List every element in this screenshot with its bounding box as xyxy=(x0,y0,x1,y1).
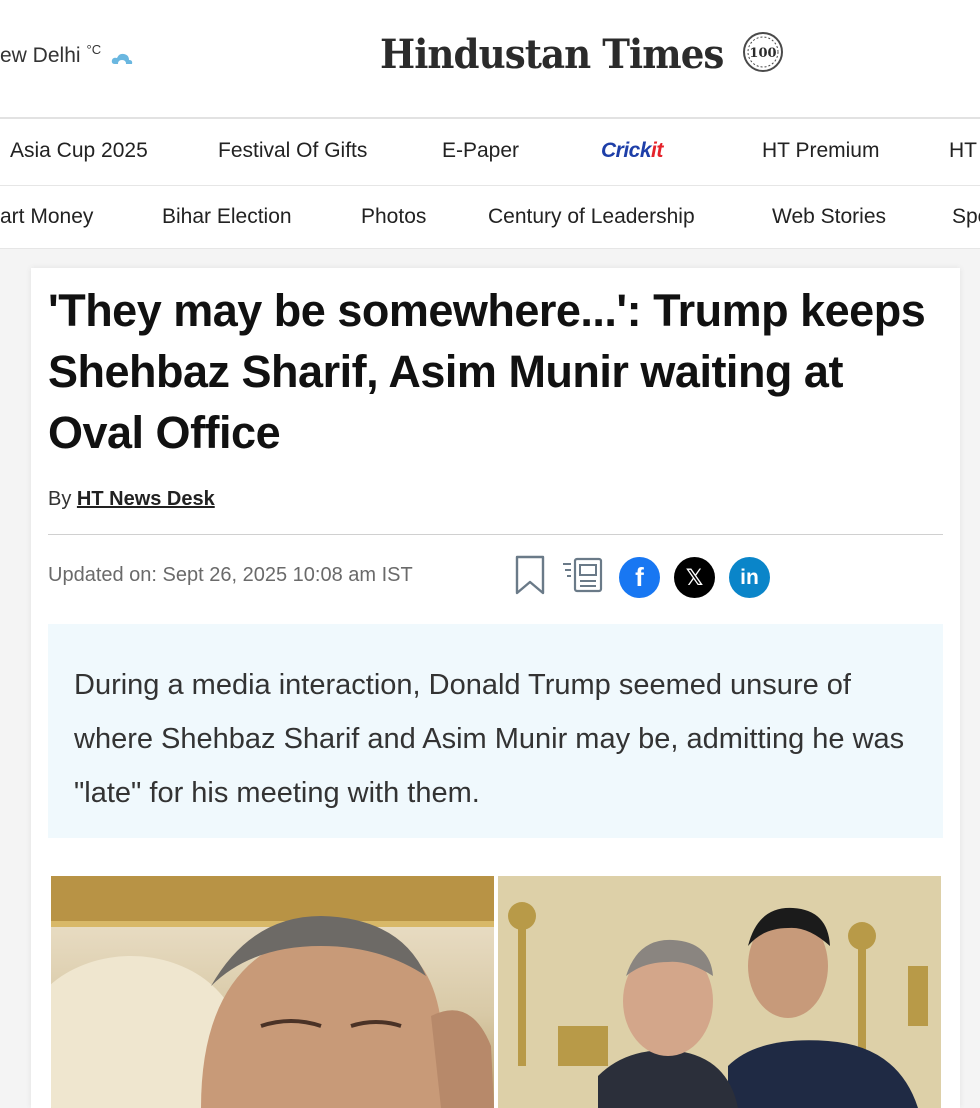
nav-item-web-stories[interactable]: Web Stories xyxy=(772,205,886,229)
article-hero-image[interactable] xyxy=(51,876,941,1108)
photo-left-panel xyxy=(51,876,494,1108)
updated-timestamp: Updated on: Sept 26, 2025 10:08 am IST xyxy=(48,564,413,586)
nav-item-festival-of-gifts[interactable]: Festival Of Gifts xyxy=(218,139,367,163)
cloud-icon xyxy=(109,49,135,64)
article-summary-box: During a media interaction, Donald Trump… xyxy=(48,624,943,838)
photo-right-panel xyxy=(498,876,941,1108)
nav-item-century-of-leadership[interactable]: Century of Leadership xyxy=(488,205,695,229)
nav-item-smart-money[interactable]: art Money xyxy=(0,205,93,229)
byline: By HT News Desk xyxy=(48,488,215,511)
author-link[interactable]: HT News Desk xyxy=(77,488,215,510)
weather-unit: °C xyxy=(86,41,102,57)
nav-item-e-paper[interactable]: E-Paper xyxy=(442,139,519,163)
nav-item-photos[interactable]: Photos xyxy=(361,205,426,229)
article-headline: 'They may be somewhere...': Trump keeps … xyxy=(48,285,926,458)
divider xyxy=(48,534,943,535)
article-card: 'They may be somewhere...': Trump keeps … xyxy=(31,268,960,1108)
site-header: ew Delhi °C Hindustan Times 100 xyxy=(0,0,980,119)
cricit-accent: it xyxy=(651,139,663,162)
primary-nav: Asia Cup 2025 Festival Of Gifts E-Paper … xyxy=(0,119,980,186)
nav-item-ht[interactable]: HT xyxy=(949,139,977,163)
nav-item-asia-cup[interactable]: Asia Cup 2025 xyxy=(10,139,148,163)
share-bar: f 𝕏 in xyxy=(513,554,784,601)
linkedin-icon[interactable]: in xyxy=(729,557,770,598)
logo-wordmark: Hindustan Times xyxy=(380,31,724,78)
facebook-icon[interactable]: f xyxy=(619,557,660,598)
reader-mode-icon[interactable] xyxy=(561,554,605,601)
article-summary: During a media interaction, Donald Trump… xyxy=(74,669,905,809)
secondary-nav: art Money Bihar Election Photos Century … xyxy=(0,186,980,249)
weather-widget[interactable]: ew Delhi °C xyxy=(0,41,135,68)
badge-text: 100 xyxy=(750,46,777,61)
nav-item-cricit[interactable]: Crickit xyxy=(601,139,663,163)
cricit-wordmark: Crick xyxy=(601,139,652,162)
bookmark-icon[interactable] xyxy=(513,554,547,601)
nav-item-ht-premium[interactable]: HT Premium xyxy=(762,139,879,163)
nav-item-bihar-election[interactable]: Bihar Election xyxy=(162,205,292,229)
byline-prefix: By xyxy=(48,488,72,510)
x-icon[interactable]: 𝕏 xyxy=(674,557,715,598)
centenary-badge-icon: 100 xyxy=(741,30,785,79)
weather-city: ew Delhi xyxy=(0,44,81,67)
nav-item-sports[interactable]: Spo xyxy=(952,205,980,229)
site-logo[interactable]: Hindustan Times 100 xyxy=(380,30,785,79)
